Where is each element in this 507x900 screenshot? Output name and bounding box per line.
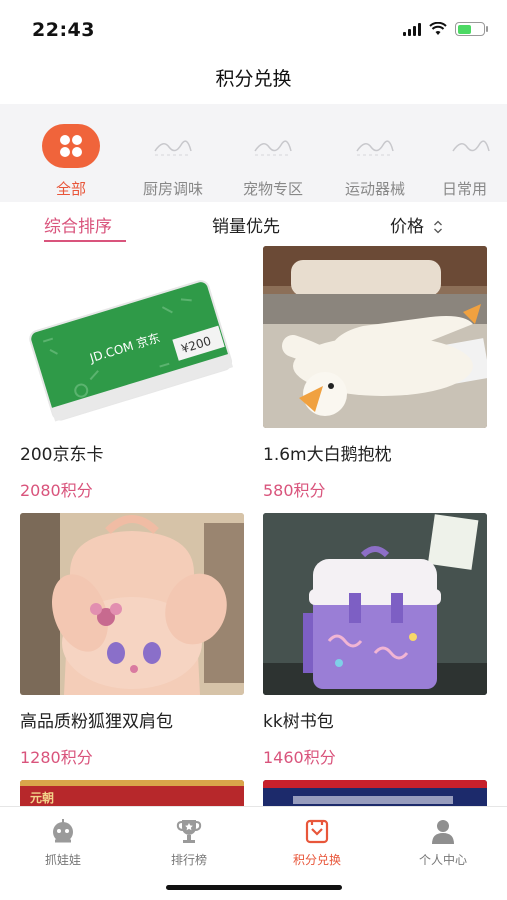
- placeholder-icon: [442, 124, 500, 168]
- sort-price-label: 价格: [390, 217, 424, 237]
- category-bar: 全部 厨房调味 宠物专区 运动器械 日常用: [0, 104, 507, 202]
- signal-icon: [403, 22, 421, 36]
- claw-machine-icon: [47, 815, 79, 847]
- tab-exchange[interactable]: 积分兑换: [262, 815, 372, 868]
- grid-icon: [42, 124, 100, 168]
- product-title: 200京东卡: [20, 445, 104, 465]
- schoolbag-image: [263, 513, 487, 695]
- category-daily[interactable]: 日常用: [428, 124, 507, 199]
- sort-comprehensive[interactable]: 综合排序: [44, 212, 112, 237]
- battery-icon: [455, 22, 488, 36]
- tab-label: 抓娃娃: [44, 853, 81, 867]
- product-title: 高品质粉狐狸双肩包: [20, 712, 173, 732]
- placeholder-icon: [346, 124, 404, 168]
- tab-claw[interactable]: 抓娃娃: [8, 815, 118, 868]
- product-card[interactable]: 高品质粉狐狸双肩包 1280积分: [20, 513, 244, 768]
- page-title: 积分兑换: [215, 68, 292, 90]
- jd-card-image: JD.COM 京东 ¥200: [20, 246, 244, 428]
- gift-exchange-icon: [301, 815, 333, 847]
- product-card[interactable]: kk树书包 1460积分: [263, 513, 487, 768]
- category-sports[interactable]: 运动器械: [330, 124, 420, 199]
- tab-ranking[interactable]: 排行榜: [134, 815, 244, 868]
- product-title: 1.6m大白鹅抱枕: [263, 445, 392, 465]
- user-icon: [427, 815, 459, 847]
- status-bar: 22:43: [0, 0, 507, 58]
- tab-profile[interactable]: 个人中心: [388, 815, 498, 868]
- product-price: 2080积分: [20, 481, 93, 500]
- placeholder-icon: [244, 124, 302, 168]
- category-all[interactable]: 全部: [26, 124, 116, 199]
- sort-sales[interactable]: 销量优先: [212, 212, 280, 237]
- tab-label: 积分兑换: [292, 853, 341, 867]
- category-kitchen[interactable]: 厨房调味: [128, 124, 218, 199]
- product-price: 580积分: [263, 481, 326, 500]
- placeholder-icon: [144, 124, 202, 168]
- category-label: 运动器械: [344, 180, 405, 198]
- sort-underline: [44, 240, 126, 242]
- product-title: kk树书包: [263, 712, 334, 732]
- trophy-icon: [173, 815, 205, 847]
- tab-bar: 抓娃娃 排行榜 积分兑换 个人中心: [0, 806, 507, 900]
- product-card[interactable]: 1.6m大白鹅抱枕 580积分: [263, 246, 487, 501]
- category-pets[interactable]: 宠物专区: [228, 124, 318, 199]
- product-price: 1280积分: [20, 748, 93, 767]
- tab-label: 个人中心: [418, 853, 467, 867]
- category-label: 厨房调味: [142, 180, 203, 198]
- category-label: 宠物专区: [242, 180, 303, 198]
- sort-bar: 综合排序 销量优先 价格: [0, 202, 507, 244]
- sort-arrows-icon: [434, 220, 443, 234]
- partial-card-label: 元朝: [30, 791, 55, 805]
- category-label: 日常用: [442, 180, 488, 198]
- category-label: 全部: [55, 180, 86, 198]
- status-icons: [403, 22, 488, 36]
- home-indicator: [166, 885, 342, 890]
- goose-pillow-image: [263, 246, 487, 428]
- wifi-icon: [429, 22, 447, 35]
- status-time: 22:43: [32, 19, 95, 41]
- product-card[interactable]: JD.COM 京东 ¥200 200京东卡 2080积分: [20, 246, 244, 501]
- sort-price[interactable]: 价格: [390, 212, 443, 237]
- product-price: 1460积分: [263, 748, 336, 767]
- tab-label: 排行榜: [170, 853, 207, 867]
- pink-fox-backpack-image: [20, 513, 244, 695]
